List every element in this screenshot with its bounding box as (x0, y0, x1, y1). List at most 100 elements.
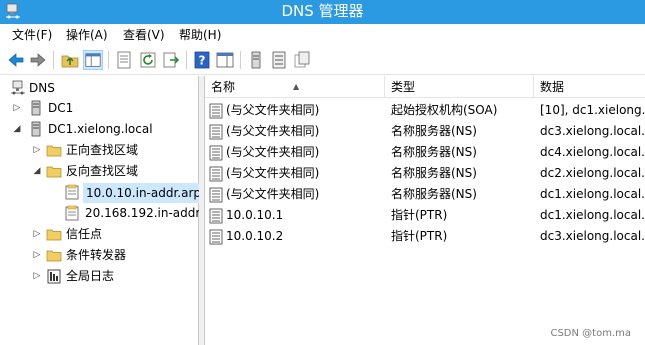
toolbar-separator (108, 51, 109, 69)
tree-item-zone-20-168-192[interactable]: 20.168.192.in-addr.arpa (0, 203, 230, 223)
copy-icon[interactable] (292, 50, 312, 70)
dns-root-icon (11, 80, 25, 95)
toolbar: ? (0, 46, 645, 75)
cell-data: dc1.xielong.local. (540, 208, 645, 222)
forward-icon[interactable] (28, 50, 48, 70)
tree-item-label: 条件转发器 (66, 248, 127, 262)
zone-icon (65, 184, 79, 200)
cell-name: (与父文件夹相同) (226, 103, 320, 117)
tree-item-conditional-forwarders[interactable]: ▷ 条件转发器 (0, 245, 199, 265)
expand-arrow-icon[interactable]: ▷ (32, 140, 42, 160)
folder-open-icon (46, 166, 62, 178)
server-icon[interactable] (246, 50, 266, 70)
toolbar-separator (186, 51, 187, 69)
tree-item-forward-lookup-zones[interactable]: ▷ 正向查找区域 (0, 140, 199, 160)
tree-item-zone-10-0-10[interactable]: 10.0.10.in-addr.arpa (0, 182, 212, 203)
tree-item-label: 全局日志 (66, 269, 115, 283)
watermark: CSDN @tom.ma (550, 328, 631, 339)
expand-arrow-icon[interactable]: ▷ (32, 266, 42, 286)
toolbar-separator (240, 51, 241, 69)
cell-name: 10.0.10.1 (226, 208, 284, 222)
back-icon[interactable] (6, 50, 26, 70)
cell-name: 10.0.10.2 (226, 229, 284, 243)
export-icon[interactable] (161, 50, 181, 70)
record-icon (209, 229, 223, 245)
record-icon (209, 187, 223, 203)
action-pane-icon[interactable] (215, 50, 235, 70)
record-icon (209, 145, 223, 161)
column-header-label: 类型 (391, 80, 416, 94)
refresh-icon[interactable] (138, 50, 158, 70)
up-folder-icon[interactable] (60, 50, 80, 70)
cell-type: 名称服务器(NS) (391, 145, 477, 159)
column-header-name[interactable]: 名称 ▲ (205, 76, 385, 98)
list-row[interactable]: (与父文件夹相同) 名称服务器(NS) dc4.xielong.local. (205, 142, 645, 163)
menu-action[interactable]: 操作(A) (62, 27, 112, 43)
help-icon[interactable]: ? (192, 50, 212, 70)
cell-name: (与父文件夹相同) (226, 124, 320, 138)
cell-data: dc2.xielong.local. (540, 166, 645, 180)
cell-type: 指针(PTR) (391, 229, 448, 243)
menu-view[interactable]: 查看(V) (119, 27, 169, 43)
list-row[interactable]: (与父文件夹相同) 名称服务器(NS) dc3.xielong.local. (205, 121, 645, 142)
cell-data: [10], dc1.xielong.local. (540, 103, 645, 117)
menu-help[interactable]: 帮助(H) (175, 27, 225, 43)
window-title: DNS 管理器 (281, 2, 364, 20)
column-header-label: 数据 (540, 80, 565, 94)
cell-type: 名称服务器(NS) (391, 187, 477, 201)
cell-type: 指针(PTR) (391, 208, 448, 222)
cell-data: dc3.xielong.local. (540, 124, 645, 138)
title-bar: DNS 管理器 (0, 0, 645, 24)
svg-text:?: ? (199, 54, 206, 68)
list-icon[interactable] (269, 50, 289, 70)
tree-item-label: DC1 (48, 101, 74, 115)
tree-item-trust-points[interactable]: ▷ 信任点 (0, 224, 199, 244)
tree-item-label: 正向查找区域 (66, 143, 139, 157)
tree-item-global-logs[interactable]: ▷ 全局日志 (0, 266, 199, 286)
menu-bar: 文件(F) 操作(A) 查看(V) 帮助(H) (0, 24, 645, 46)
folder-icon (46, 229, 62, 241)
tree-item-dc1-xielong-local[interactable]: ◢ DC1.xielong.local (0, 119, 199, 139)
record-icon (209, 103, 223, 119)
properties-icon[interactable] (114, 50, 134, 70)
toolbar-separator (53, 51, 54, 69)
column-header-type[interactable]: 类型 (385, 76, 534, 98)
show-hide-tree-icon[interactable] (83, 50, 103, 70)
cell-type: 名称服务器(NS) (391, 124, 477, 138)
list-header: 名称 ▲ 类型 数据 (205, 76, 645, 98)
record-icon (209, 166, 223, 182)
cell-data: dc3.xielong.local. (540, 229, 645, 243)
server-icon (31, 121, 41, 137)
zone-icon (65, 205, 79, 221)
cell-name: (与父文件夹相同) (226, 166, 320, 180)
collapse-arrow-icon[interactable]: ◢ (32, 161, 42, 181)
tree-item-reverse-lookup-zones[interactable]: ◢ 反向查找区域 (0, 161, 199, 181)
log-icon (47, 269, 61, 284)
cell-type: 名称服务器(NS) (391, 166, 477, 180)
server-icon (31, 100, 41, 116)
list-row[interactable]: (与父文件夹相同) 名称服务器(NS) dc2.xielong.local. (205, 163, 645, 184)
tree-item-dns[interactable]: DNS (0, 78, 199, 98)
list-row[interactable]: 10.0.10.1 指针(PTR) dc1.xielong.local. (205, 205, 645, 226)
list-row[interactable]: (与父文件夹相同) 名称服务器(NS) dc1.xielong.local. (205, 184, 645, 205)
list-row[interactable]: 10.0.10.2 指针(PTR) dc3.xielong.local. (205, 226, 645, 247)
tree-item-dc1[interactable]: ▷ DC1 (0, 98, 199, 118)
expand-arrow-icon[interactable]: ▷ (32, 224, 42, 244)
cell-data: dc1.xielong.local. (540, 187, 645, 201)
sort-ascending-icon: ▲ (293, 82, 300, 91)
column-header-data[interactable]: 数据 (534, 76, 645, 98)
list-row[interactable]: (与父文件夹相同) 起始授权机构(SOA) [10], dc1.xielong.lo… (205, 100, 645, 121)
folder-icon (46, 250, 62, 262)
menu-file[interactable]: 文件(F) (8, 27, 56, 43)
cell-data: dc4.xielong.local. (540, 145, 645, 159)
expand-arrow-icon[interactable]: ▷ (32, 245, 42, 265)
record-icon (209, 208, 223, 224)
tree-item-label: DC1.xielong.local (48, 122, 153, 136)
results-list: 名称 ▲ 类型 数据 (与父文件夹相同) 起始授权机构(SOA) [10], dc1… (204, 76, 645, 345)
folder-icon (46, 145, 62, 157)
collapse-arrow-icon[interactable]: ◢ (12, 119, 22, 139)
expand-arrow-icon[interactable]: ▷ (12, 98, 22, 118)
tree-item-label: DNS (29, 81, 55, 95)
cell-name: (与父文件夹相同) (226, 145, 320, 159)
console-tree: DNS ▷ DC1 ◢ DC1.xielong.local ▷ 正向查找区域 ◢… (0, 76, 230, 345)
